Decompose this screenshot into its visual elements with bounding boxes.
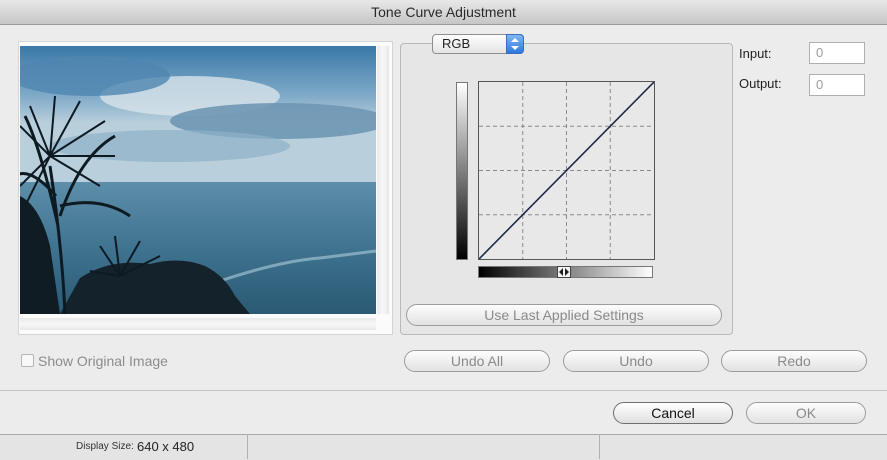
use-last-settings-button[interactable]: Use Last Applied Settings [406,304,722,326]
redo-button[interactable]: Redo [721,350,867,372]
channel-select[interactable]: RGB [432,34,524,54]
show-original-label: Show Original Image [38,353,168,369]
output-label: Output: [739,76,782,91]
ok-button[interactable]: OK [746,402,866,424]
window-title: Tone Curve Adjustment [371,4,516,20]
preview-horizontal-scrollbar[interactable] [20,318,376,330]
status-separator [599,434,600,459]
output-field[interactable]: 0 [809,74,865,96]
display-size-label: Display Size: [76,441,134,452]
input-slider-handle[interactable] [557,266,571,278]
tone-curve-graph[interactable] [478,81,655,260]
input-field[interactable]: 0 [809,42,865,64]
cancel-button[interactable]: Cancel [613,402,733,424]
undo-all-button[interactable]: Undo All [404,350,550,372]
divider [0,390,887,391]
input-label: Input: [739,46,772,61]
preview-vertical-scrollbar[interactable] [377,46,389,314]
window-title-bar: Tone Curve Adjustment [0,0,887,25]
left-right-arrows-icon [559,268,569,276]
display-size-value: 640 x 480 [137,439,195,454]
show-original-checkbox[interactable] [21,354,34,367]
undo-button[interactable]: Undo [563,350,709,372]
output-gradient-bar [456,82,468,260]
preview-image [20,46,376,314]
status-separator [247,434,248,459]
channel-select-value: RGB [442,36,471,51]
up-down-arrows-icon [506,34,524,54]
